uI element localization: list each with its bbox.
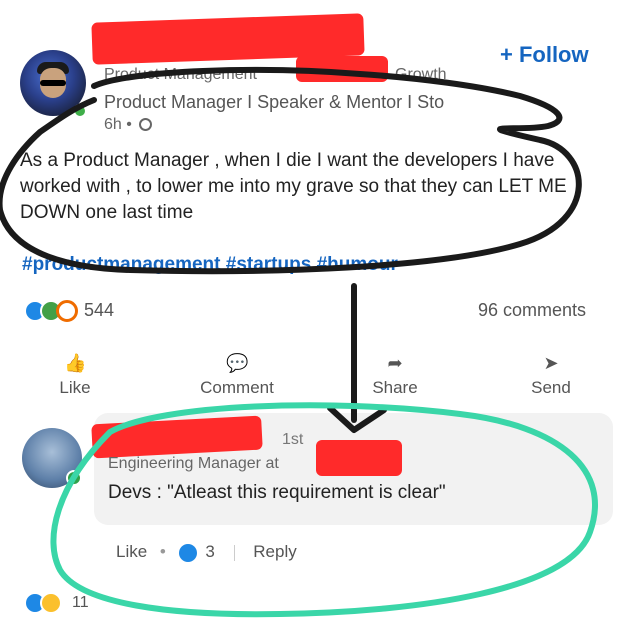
marker-annotations xyxy=(0,67,598,618)
green-marker-circle xyxy=(50,402,598,618)
black-marker-scribble xyxy=(0,67,582,275)
